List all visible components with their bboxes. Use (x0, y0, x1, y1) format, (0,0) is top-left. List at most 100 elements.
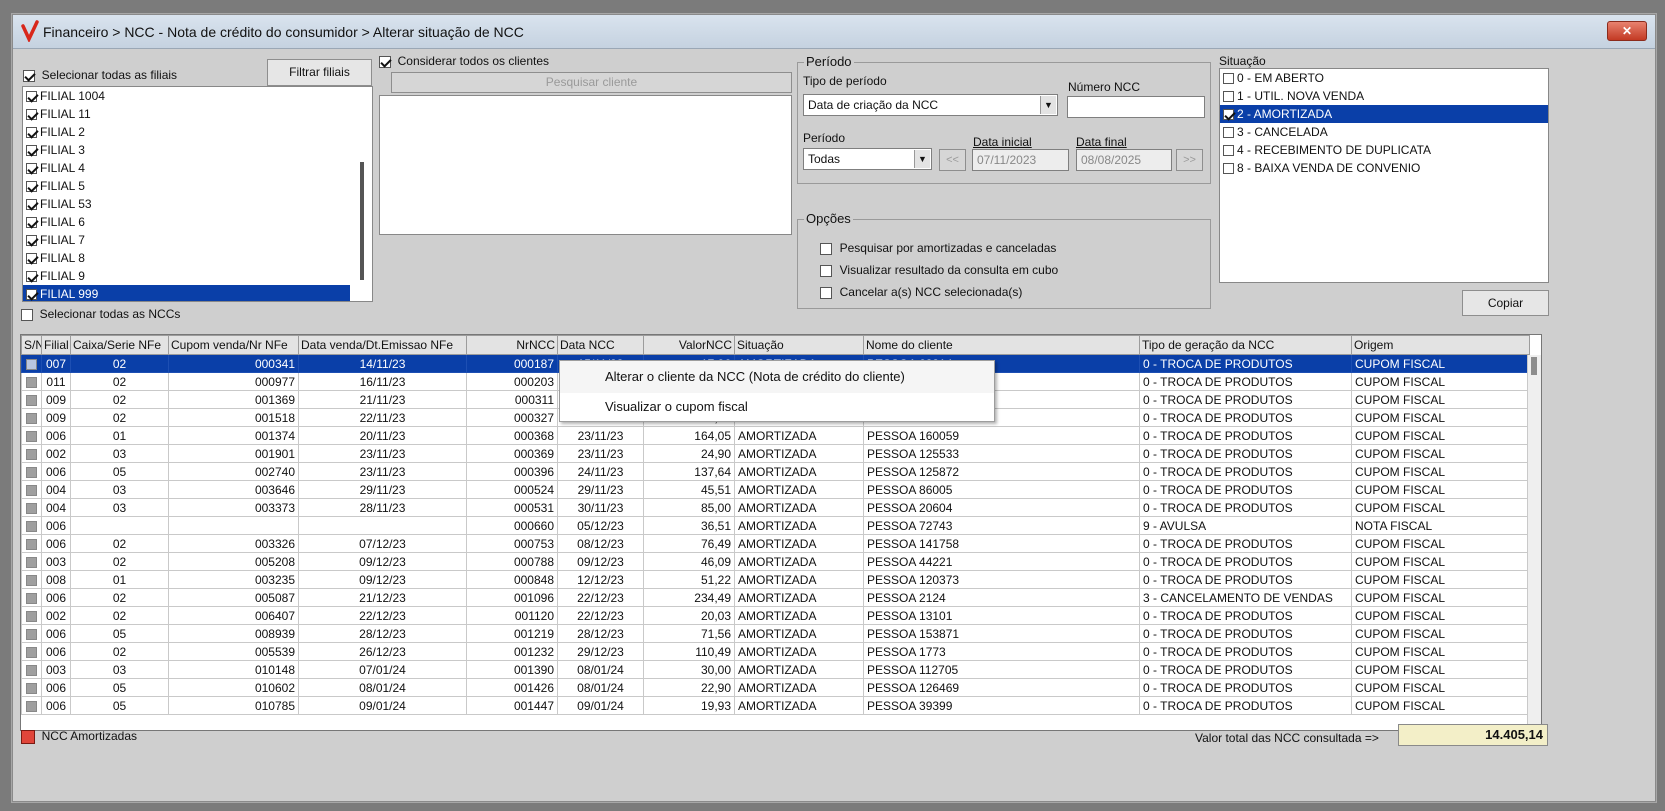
column-header[interactable]: S/N (21, 335, 42, 355)
column-header[interactable]: Tipo de geração da NCC (1139, 335, 1352, 355)
sn-cell (21, 678, 42, 697)
column-header[interactable]: Nome do cliente (863, 335, 1140, 355)
periodo-prev-button[interactable]: << (939, 149, 966, 171)
checkbox-icon (379, 55, 391, 68)
row-select-box[interactable] (26, 646, 37, 658)
numero-ncc-input[interactable] (1067, 96, 1205, 118)
row-select-box[interactable] (26, 358, 37, 370)
table-row[interactable]: 006 05 010602 08/01/24 001426 08/01/24 22,90 AM… (21, 678, 1530, 697)
consider-all-clients-checkbox[interactable]: Considerar todos os clientes (379, 53, 549, 68)
row-select-box[interactable] (26, 502, 37, 514)
filial-item[interactable]: FILIAL 6 (23, 213, 350, 231)
table-cell: 0 - TROCA DE PRODUTOS (1139, 660, 1352, 679)
opcao-visualizar-cubo[interactable]: Visualizar resultado da consulta em cubo (820, 262, 1058, 277)
periodo-select[interactable]: Todas ▼ (803, 148, 932, 170)
filial-item[interactable]: FILIAL 8 (23, 249, 350, 267)
row-select-box[interactable] (26, 412, 37, 424)
row-select-box[interactable] (26, 628, 37, 640)
opcao-cancelar-ncc[interactable]: Cancelar a(s) NCC selecionada(s) (820, 284, 1022, 299)
filial-item[interactable]: FILIAL 11 (23, 105, 350, 123)
filial-item[interactable]: FILIAL 4 (23, 159, 350, 177)
row-select-box[interactable] (26, 484, 37, 496)
table-cell: 008 (41, 570, 71, 589)
table-row[interactable]: 002 02 006407 22/12/23 001120 22/12/23 20,03 AM… (21, 606, 1530, 625)
column-header[interactable]: Origem (1351, 335, 1530, 355)
table-cell: 09/01/24 (298, 696, 467, 715)
filial-item[interactable]: FILIAL 5 (23, 177, 350, 195)
row-select-box[interactable] (26, 430, 37, 442)
table-cell: 000203 (466, 372, 558, 391)
situacao-item[interactable]: 3 - CANCELADA (1220, 123, 1548, 141)
grid-scrollbar-thumb[interactable] (1531, 357, 1537, 375)
row-select-box[interactable] (26, 394, 37, 406)
ctx-alterar-cliente[interactable]: Alterar o cliente da NCC (Nota de crédit… (560, 363, 994, 391)
data-inicial-input[interactable]: 07/11/2023 (972, 149, 1069, 171)
tipo-periodo-select[interactable]: Data de criação da NCC ▼ (803, 94, 1058, 116)
table-cell: 08/01/24 (557, 678, 644, 697)
table-row[interactable]: 002 03 001901 23/11/23 000369 23/11/23 24,90 AM… (21, 444, 1530, 463)
column-header[interactable]: Situação (734, 335, 864, 355)
opcao-amortizadas-canceladas[interactable]: Pesquisar por amortizadas e canceladas (820, 240, 1056, 255)
table-row[interactable]: 006 02 005087 21/12/23 001096 22/12/23 234,49 A… (21, 588, 1530, 607)
filial-item[interactable]: FILIAL 7 (23, 231, 350, 249)
table-row[interactable]: 006 02 005539 26/12/23 001232 29/12/23 110,49 A… (21, 642, 1530, 661)
table-row[interactable]: 003 03 010148 07/01/24 001390 08/01/24 30,00 AM… (21, 660, 1530, 679)
column-header[interactable]: ValorNCC (643, 335, 735, 355)
situacao-item[interactable]: 2 - AMORTIZADA (1220, 105, 1548, 123)
filial-item[interactable]: FILIAL 9 (23, 267, 350, 285)
row-select-box[interactable] (26, 538, 37, 550)
column-header[interactable]: Data NCC (557, 335, 644, 355)
column-header[interactable]: Cupom venda/Nr NFe (168, 335, 299, 355)
table-row[interactable]: 004 03 003373 28/11/23 000531 30/11/23 85,00 AM… (21, 498, 1530, 517)
table-row[interactable]: 006 01 001374 20/11/23 000368 23/11/23 164,05 A… (21, 426, 1530, 445)
table-row[interactable]: 008 01 003235 09/12/23 000848 12/12/23 51,22 AM… (21, 570, 1530, 589)
filtrar-filiais-button[interactable]: Filtrar filiais (267, 59, 372, 86)
select-all-ncc-checkbox[interactable]: Selecionar todas as NCCs (21, 306, 180, 321)
select-all-filiais-checkbox[interactable]: Selecionar todas as filiais (23, 67, 177, 82)
situacao-item[interactable]: 0 - EM ABERTO (1220, 69, 1548, 87)
row-select-box[interactable] (26, 610, 37, 622)
table-row[interactable]: 006 05 002740 23/11/23 000396 24/11/23 137,64 A… (21, 462, 1530, 481)
periodo-next-button[interactable]: >> (1176, 149, 1203, 171)
table-cell: PESSOA 125872 (863, 462, 1140, 481)
grid-scrollbar[interactable] (1527, 355, 1541, 730)
row-select-box[interactable] (26, 664, 37, 676)
row-select-box[interactable] (26, 448, 37, 460)
column-header[interactable]: Caixa/Serie NFe (70, 335, 169, 355)
filiais-scrollbar[interactable] (360, 162, 364, 280)
situacao-item[interactable]: 8 - BAIXA VENDA DE CONVENIO (1220, 159, 1548, 177)
clients-list[interactable] (379, 95, 792, 235)
filial-item[interactable]: FILIAL 1004 (23, 87, 350, 105)
row-select-box[interactable] (26, 556, 37, 568)
situacao-item[interactable]: 4 - RECEBIMENTO DE DUPLICATA (1220, 141, 1548, 159)
table-row[interactable]: 004 03 003646 29/11/23 000524 29/11/23 45,51 AM… (21, 480, 1530, 499)
legend-color-swatch (21, 729, 35, 744)
table-row[interactable]: 006 000660 05/12/23 36,51 AMORTIZADA PESSOA 7… (21, 516, 1530, 535)
row-select-box[interactable] (26, 682, 37, 694)
column-header[interactable]: Filial (41, 335, 71, 355)
copiar-button[interactable]: Copiar (1462, 290, 1549, 316)
table-cell: 000311 (466, 390, 558, 409)
table-row[interactable]: 006 05 008939 28/12/23 001219 28/12/23 71,56 AM… (21, 624, 1530, 643)
column-header[interactable]: Data venda/Dt.Emissao NFe (298, 335, 467, 355)
row-select-box[interactable] (26, 574, 37, 586)
filial-item[interactable]: FILIAL 53 (23, 195, 350, 213)
table-cell: 000368 (466, 426, 558, 445)
column-header[interactable]: NrNCC (466, 335, 558, 355)
data-final-input[interactable]: 08/08/2025 (1076, 149, 1172, 171)
pesquisar-cliente-button[interactable]: Pesquisar cliente (391, 72, 792, 93)
row-select-box[interactable] (26, 520, 37, 532)
situacao-item[interactable]: 1 - UTIL. NOVA VENDA (1220, 87, 1548, 105)
table-row[interactable]: 006 05 010785 09/01/24 001447 09/01/24 19,93 AM… (21, 696, 1530, 715)
table-row[interactable]: 003 02 005208 09/12/23 000788 09/12/23 46,09 AM… (21, 552, 1530, 571)
row-select-box[interactable] (26, 700, 37, 712)
close-button[interactable]: ✕ (1607, 21, 1647, 41)
table-row[interactable]: 006 02 003326 07/12/23 000753 08/12/23 76,49 AM… (21, 534, 1530, 553)
row-select-box[interactable] (26, 466, 37, 478)
row-select-box[interactable] (26, 376, 37, 388)
filial-item[interactable]: FILIAL 2 (23, 123, 350, 141)
row-select-box[interactable] (26, 592, 37, 604)
filial-item[interactable]: FILIAL 999 (23, 285, 350, 301)
filial-item[interactable]: FILIAL 3 (23, 141, 350, 159)
ctx-visualizar-cupom[interactable]: Visualizar o cupom fiscal (560, 393, 994, 421)
